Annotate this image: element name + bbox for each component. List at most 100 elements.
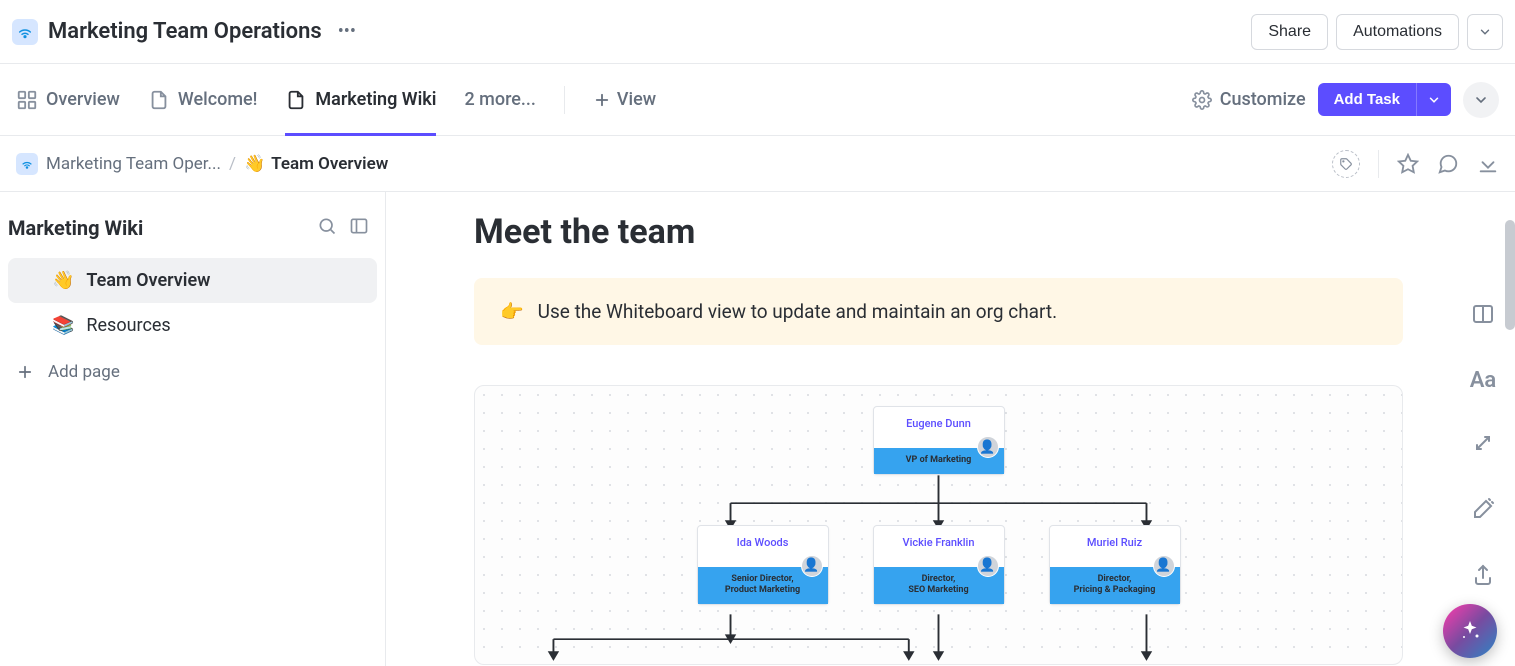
chevron-down-icon <box>1478 25 1492 39</box>
breadcrumb-actions <box>1332 150 1499 178</box>
tab-wiki-label: Marketing Wiki <box>315 89 436 110</box>
tab-row-left: Overview Welcome! Marketing Wiki 2 more.… <box>16 64 656 136</box>
tab-row-right: Customize Add Task <box>1192 82 1499 118</box>
chevron-down-icon <box>1427 93 1441 107</box>
chat-icon <box>1437 153 1459 175</box>
add-task-button[interactable]: Add Task <box>1318 83 1416 116</box>
breadcrumb-current-label: Team Overview <box>271 154 388 174</box>
more-dots-icon[interactable]: ••• <box>332 17 362 46</box>
divider <box>1378 150 1379 178</box>
favorite-button[interactable] <box>1397 153 1419 175</box>
customize-button[interactable]: Customize <box>1192 89 1306 110</box>
content-area: Meet the team 👉 Use the Whiteboard view … <box>386 192 1515 666</box>
avatar-icon: 👤 <box>977 555 999 577</box>
sidebar-item-label: Team Overview <box>86 270 210 291</box>
tab-divider <box>564 86 565 114</box>
breadcrumb-parent[interactable]: Marketing Team Oper... <box>46 154 221 174</box>
page-heading: Meet the team <box>474 212 1403 252</box>
plus-icon <box>593 91 611 109</box>
download-button[interactable] <box>1477 153 1499 175</box>
plus-icon <box>16 363 34 381</box>
scrollbar[interactable] <box>1505 220 1515 330</box>
avatar-icon: 👤 <box>977 436 999 458</box>
org-card-child[interactable]: Vickie Franklin 👤 Director, SEO Marketin… <box>873 525 1005 605</box>
top-bar: Marketing Team Operations ••• Share Auto… <box>0 0 1515 64</box>
ai-fab-button[interactable] <box>1443 604 1497 658</box>
breadcrumb-current[interactable]: 👋 Team Overview <box>244 154 388 174</box>
add-view-label: View <box>617 89 656 110</box>
org-level-1: Eugene Dunn 👤 VP of Marketing <box>493 406 1384 475</box>
star-icon <box>1397 153 1419 175</box>
wave-emoji-icon: 👋 <box>244 154 265 174</box>
add-page-label: Add page <box>48 362 120 382</box>
rail-panel-button[interactable] <box>1471 302 1495 330</box>
tab-welcome-label: Welcome! <box>178 89 258 110</box>
sidebar-search-button[interactable] <box>317 216 337 240</box>
sparkle-icon <box>1458 619 1482 643</box>
tag-icon <box>1339 157 1353 171</box>
search-icon <box>317 216 337 236</box>
add-view-button[interactable]: View <box>593 89 656 110</box>
sidebar-header-actions <box>317 216 369 240</box>
download-icon <box>1477 153 1499 175</box>
grid-icon <box>16 89 38 111</box>
tags-button[interactable] <box>1332 150 1360 178</box>
sidebar-item-team-overview[interactable]: 👋 Team Overview <box>8 258 377 303</box>
expand-button[interactable] <box>1463 82 1499 118</box>
doc-icon <box>148 89 170 111</box>
sidebar-header: Marketing Wiki <box>0 208 385 258</box>
avatar-icon: 👤 <box>1153 555 1175 577</box>
add-page-button[interactable]: Add page <box>0 348 385 396</box>
wave-emoji-icon: 👋 <box>52 270 74 291</box>
tab-marketing-wiki[interactable]: Marketing Wiki <box>285 64 436 136</box>
sidebar: Marketing Wiki 👋 Team Overview 📚 Resourc… <box>0 192 386 666</box>
workspace-title[interactable]: Marketing Team Operations <box>48 19 322 44</box>
breadcrumb-separator: / <box>229 154 236 174</box>
content-inner: Meet the team 👉 Use the Whiteboard view … <box>386 192 1491 665</box>
pointing-emoji-icon: 👉 <box>500 300 524 323</box>
breadcrumb: Marketing Team Oper... / 👋 Team Overview <box>16 153 388 175</box>
share-up-icon <box>1471 563 1495 587</box>
automations-dropdown-button[interactable] <box>1467 14 1503 50</box>
org-level-2: Ida Woods 👤 Senior Director, Product Mar… <box>493 525 1384 605</box>
add-task-dropdown-button[interactable] <box>1416 83 1451 116</box>
wand-icon <box>1471 497 1495 521</box>
org-card-root[interactable]: Eugene Dunn 👤 VP of Marketing <box>873 406 1005 475</box>
org-card-child[interactable]: Muriel Ruiz 👤 Director, Pricing & Packag… <box>1049 525 1181 605</box>
top-bar-left: Marketing Team Operations ••• <box>12 17 362 46</box>
tab-more[interactable]: 2 more... <box>464 89 535 110</box>
automations-button[interactable]: Automations <box>1336 14 1459 50</box>
callout: 👉 Use the Whiteboard view to update and … <box>474 278 1403 345</box>
add-task-group: Add Task <box>1318 83 1451 116</box>
sidebar-item-label: Resources <box>86 315 170 336</box>
rail-arrows-button[interactable] <box>1471 431 1495 459</box>
arrows-icon <box>1471 431 1495 455</box>
rail-share-button[interactable] <box>1471 563 1495 591</box>
tab-overview[interactable]: Overview <box>16 64 120 136</box>
org-card-child[interactable]: Ida Woods 👤 Senior Director, Product Mar… <box>697 525 829 605</box>
sidebar-panel-button[interactable] <box>349 216 369 240</box>
comments-button[interactable] <box>1437 153 1459 175</box>
main-area: Marketing Wiki 👋 Team Overview 📚 Resourc… <box>0 192 1515 666</box>
callout-text: Use the Whiteboard view to update and ma… <box>538 300 1057 323</box>
share-button[interactable]: Share <box>1251 14 1328 50</box>
tab-overview-label: Overview <box>46 89 120 110</box>
panel-icon <box>1471 302 1495 326</box>
breadcrumb-row: Marketing Team Oper... / 👋 Team Overview <box>0 136 1515 192</box>
sidebar-title[interactable]: Marketing Wiki <box>8 216 143 240</box>
org-chart[interactable]: Eugene Dunn 👤 VP of Marketing Ida Woods … <box>474 385 1403 665</box>
sidebar-item-resources[interactable]: 📚 Resources <box>8 303 377 348</box>
customize-label: Customize <box>1220 89 1306 110</box>
top-bar-right: Share Automations <box>1251 14 1503 50</box>
chevron-down-icon <box>1473 92 1489 108</box>
rail-text-button[interactable]: Aa <box>1470 368 1497 393</box>
tab-welcome[interactable]: Welcome! <box>148 64 258 136</box>
doc-icon <box>285 89 307 111</box>
books-emoji-icon: 📚 <box>52 315 74 336</box>
wifi-icon <box>12 19 38 45</box>
tab-row: Overview Welcome! Marketing Wiki 2 more.… <box>0 64 1515 136</box>
panel-icon <box>349 216 369 236</box>
wifi-icon <box>16 153 38 175</box>
rail-ai-button[interactable] <box>1471 497 1495 525</box>
gear-icon <box>1192 90 1212 110</box>
